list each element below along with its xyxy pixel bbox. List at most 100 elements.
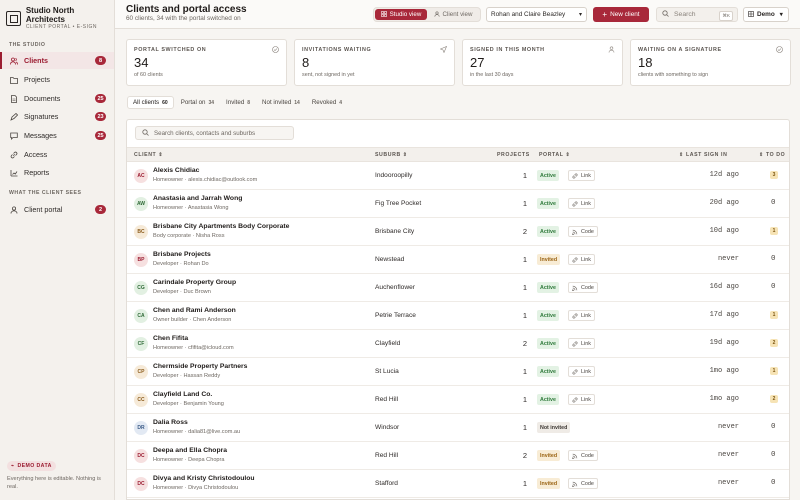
column-header-suburb[interactable]: SUBURB ⇕ bbox=[375, 152, 408, 158]
column-header-projects[interactable]: PROJECTS bbox=[497, 152, 530, 158]
project-count: 1 bbox=[522, 255, 527, 264]
access-method-badge[interactable]: Link bbox=[568, 198, 595, 209]
table-row[interactable]: DC Divya and Kristy Christodoulou Homeowne… bbox=[127, 470, 789, 498]
access-method-badge[interactable]: Link bbox=[568, 254, 595, 265]
client-select-value: Rohan and Claire Beazley bbox=[491, 11, 566, 18]
client-meta: Developer · Benjamin Young bbox=[153, 401, 224, 407]
client-meta: Homeowner · dalia81@live.com.au bbox=[153, 429, 241, 435]
stat-card-waiting-signature[interactable]: WAITING ON A SIGNATURE 18 clients with s… bbox=[630, 39, 791, 86]
sidebar-item-reports[interactable]: Reports bbox=[0, 164, 114, 181]
todo-count: 0 bbox=[771, 451, 776, 459]
link-icon bbox=[572, 256, 578, 263]
stat-sub: clients with something to sign bbox=[638, 72, 709, 78]
chevron-down-icon: ▾ bbox=[779, 12, 783, 18]
access-method-badge[interactable]: Code bbox=[568, 450, 598, 461]
sidebar-count-badge: 2 bbox=[95, 205, 106, 214]
table-row[interactable]: BC Brisbane City Apartments Body Corporat… bbox=[127, 218, 789, 246]
sidebar-item-messages[interactable]: Messages 25 bbox=[0, 127, 114, 144]
tab-portal-on[interactable]: Portal on 34 bbox=[176, 96, 219, 109]
client-suburb: Auchenflower bbox=[375, 284, 415, 291]
table-row[interactable]: AW Anastasia and Jarrah Wong Homeowner · A… bbox=[127, 190, 789, 218]
demo-menu-label: Demo bbox=[757, 11, 775, 18]
column-header-last-sign-in[interactable]: ⇕ LAST SIGN IN bbox=[679, 152, 727, 158]
client-select[interactable]: Rohan and Claire Beazley ▾ bbox=[486, 7, 587, 22]
client-name[interactable]: Divya and Kristy Christodoulou bbox=[153, 475, 255, 482]
new-client-button[interactable]: + New client bbox=[593, 7, 649, 22]
sidebar-item-signatures[interactable]: Signatures 23 bbox=[0, 108, 114, 125]
avatar: DR bbox=[134, 421, 148, 435]
stat-value: 18 bbox=[638, 55, 653, 70]
tab-invited[interactable]: Invited 8 bbox=[221, 96, 255, 109]
table-row[interactable]: CG Carindale Property Group Developer · Du… bbox=[127, 274, 789, 302]
table-row[interactable]: CP Chermside Property Partners Developer ·… bbox=[127, 358, 789, 386]
stat-sub: in the last 30 days bbox=[470, 72, 514, 78]
tab-not-invited[interactable]: Not invited 14 bbox=[257, 96, 305, 109]
check-circle-icon bbox=[272, 46, 279, 53]
client-name[interactable]: Chermside Property Partners bbox=[153, 363, 247, 370]
table-search-input[interactable]: Search clients, contacts and suburbs bbox=[135, 126, 294, 140]
last-sign-in: 1mo ago bbox=[709, 395, 739, 403]
client-name[interactable]: Anastasia and Jarrah Wong bbox=[153, 195, 242, 202]
todo-count: 0 bbox=[771, 255, 776, 263]
sidebar-item-clients[interactable]: Clients 8 bbox=[0, 52, 114, 69]
client-suburb: Windsor bbox=[375, 424, 400, 431]
client-name[interactable]: Brisbane Projects bbox=[153, 251, 211, 258]
avatar: BP bbox=[134, 253, 148, 267]
avatar: AW bbox=[134, 197, 148, 211]
client-name[interactable]: Chen and Rami Anderson bbox=[153, 307, 236, 314]
avatar: CA bbox=[134, 309, 148, 323]
todo-count: 0 bbox=[771, 423, 776, 431]
plus-icon: + bbox=[602, 10, 608, 19]
table-row[interactable]: CF Chen Fifita Homeowner · cfifita@icloud.… bbox=[127, 330, 789, 358]
tab-all-clients[interactable]: All clients 60 bbox=[127, 96, 174, 109]
client-name[interactable]: Clayfield Land Co. bbox=[153, 391, 212, 398]
client-view-button[interactable]: Client view bbox=[427, 9, 479, 20]
table-row[interactable]: AC Alexis Chidiac Homeowner · alexis.chidi… bbox=[127, 162, 789, 190]
sidebar-item-client-portal[interactable]: Client portal 2 bbox=[0, 201, 114, 218]
client-name[interactable]: Alexis Chidiac bbox=[153, 167, 199, 174]
client-suburb: Indooroopilly bbox=[375, 172, 413, 179]
client-name[interactable]: Dalia Ross bbox=[153, 419, 188, 426]
stat-card-invitations[interactable]: INVITATIONS WAITING 8 sent, not signed i… bbox=[294, 39, 455, 86]
sidebar-item-documents[interactable]: Documents 25 bbox=[0, 90, 114, 107]
access-method-badge[interactable]: Code bbox=[568, 478, 598, 489]
access-method-label: Link bbox=[581, 172, 591, 179]
todo-badge: 3 bbox=[770, 171, 778, 179]
avatar: DC bbox=[134, 449, 148, 463]
tab-revoked[interactable]: Revoked 4 bbox=[307, 96, 347, 109]
client-name[interactable]: Chen Fifita bbox=[153, 335, 188, 342]
access-method-label: Code bbox=[581, 480, 594, 487]
stat-card-signed-in[interactable]: SIGNED IN THIS MONTH 27 in the last 30 d… bbox=[462, 39, 623, 86]
nav-section-studio: THE STUDIO bbox=[9, 42, 46, 48]
column-header-todo[interactable]: ⇕ TO DO bbox=[759, 152, 785, 158]
access-method-badge[interactable]: Link bbox=[568, 310, 595, 321]
client-name[interactable]: Deepa and Ella Chopra bbox=[153, 447, 227, 454]
access-method-badge[interactable]: Link bbox=[568, 170, 595, 181]
global-search-input[interactable]: Search ⌘K bbox=[656, 7, 738, 22]
access-method-badge[interactable]: Code bbox=[568, 226, 598, 237]
sidebar: Studio North Architects CLIENT PORTAL • … bbox=[0, 0, 115, 500]
client-name[interactable]: Brisbane City Apartments Body Corporate bbox=[153, 223, 289, 230]
access-method-badge[interactable]: Code bbox=[568, 282, 598, 293]
access-method-badge[interactable]: Link bbox=[568, 338, 595, 349]
tab-label: Not invited bbox=[262, 99, 292, 106]
todo-count: 0 bbox=[771, 479, 776, 487]
demo-menu-button[interactable]: Demo ▾ bbox=[743, 7, 789, 22]
table-row[interactable]: DC Deepa and Ella Chopra Homeowner · Deepa… bbox=[127, 442, 789, 470]
column-header-client[interactable]: CLIENT ⇕ bbox=[134, 152, 163, 158]
brand[interactable]: Studio North Architects CLIENT PORTAL • … bbox=[6, 6, 114, 31]
table-row[interactable]: CA Chen and Rami Anderson Owner builder · … bbox=[127, 302, 789, 330]
stat-card-portal-on[interactable]: PORTAL SWITCHED ON 34 of 60 clients bbox=[126, 39, 287, 86]
sidebar-item-access[interactable]: Access bbox=[0, 146, 114, 163]
column-label: LAST SIGN IN bbox=[685, 152, 728, 158]
studio-view-button[interactable]: Studio view bbox=[375, 9, 427, 20]
access-method-badge[interactable]: Link bbox=[568, 394, 595, 405]
column-header-portal[interactable]: PORTAL ⇕ bbox=[539, 152, 571, 158]
table-row[interactable]: BP Brisbane Projects Developer · Rohan Do N… bbox=[127, 246, 789, 274]
sidebar-item-projects[interactable]: Projects bbox=[0, 71, 114, 88]
table-row[interactable]: CC Clayfield Land Co. Developer · Benjamin… bbox=[127, 386, 789, 414]
access-method-badge[interactable]: Link bbox=[568, 366, 595, 377]
todo-count: 0 bbox=[771, 199, 776, 207]
table-row[interactable]: DR Dalia Ross Homeowner · dalia81@live.com… bbox=[127, 414, 789, 442]
client-name[interactable]: Carindale Property Group bbox=[153, 279, 236, 286]
